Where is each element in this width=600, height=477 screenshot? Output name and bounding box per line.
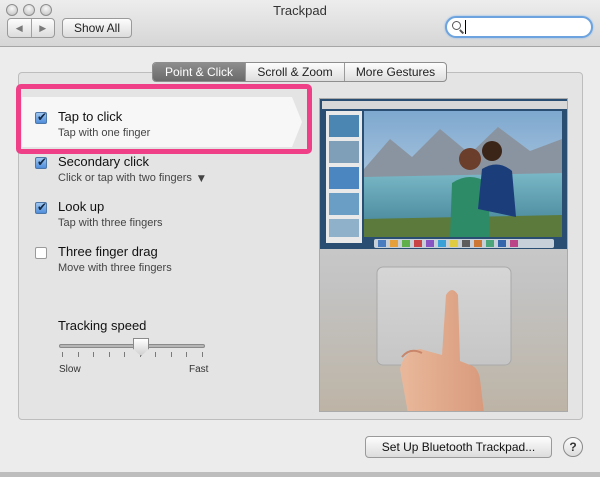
nav-buttons: ◀ ▶: [7, 18, 55, 38]
back-arrow-icon[interactable]: ◀: [8, 19, 32, 37]
option-sublabel[interactable]: Click or tap with two fingers ▼: [58, 172, 205, 184]
slider-max-label: Fast: [189, 364, 209, 375]
chevron-down-icon[interactable]: ▼: [198, 174, 205, 184]
slider-ticks: [62, 352, 203, 358]
tab-scroll-zoom[interactable]: Scroll & Zoom: [246, 63, 345, 81]
tracking-speed-slider[interactable]: [59, 344, 205, 348]
tracking-speed-label: Tracking speed: [58, 318, 147, 333]
tab-more-gestures[interactable]: More Gestures: [345, 63, 446, 81]
window-titlebar: Trackpad ◀ ▶ Show All: [0, 0, 600, 47]
option-label: Secondary click: [58, 154, 150, 169]
secondary-click-checkbox[interactable]: [35, 155, 47, 169]
highlight-annotation: [16, 84, 312, 154]
forward-arrow-icon[interactable]: ▶: [32, 19, 55, 37]
bottom-edge: [0, 472, 600, 477]
search-field[interactable]: [445, 16, 593, 38]
search-icon: [452, 21, 461, 30]
slider-min-label: Slow: [59, 364, 81, 375]
tab-bar: Point & Click Scroll & Zoom More Gesture…: [152, 62, 447, 82]
setup-bluetooth-trackpad-button[interactable]: Set Up Bluetooth Trackpad...: [365, 436, 552, 458]
gesture-preview-video: [319, 98, 568, 412]
option-sublabel: Move with three fingers: [58, 262, 172, 274]
look-up-checkbox[interactable]: [35, 200, 47, 214]
help-button[interactable]: ?: [563, 437, 583, 457]
option-sublabel: Tap with three fingers: [58, 217, 163, 229]
option-label: Three finger drag: [58, 244, 158, 259]
show-all-button[interactable]: Show All: [62, 18, 132, 38]
text-cursor: [465, 20, 466, 34]
preview-illustration: [320, 99, 567, 411]
option-label: Look up: [58, 199, 105, 214]
tab-point-click[interactable]: Point & Click: [153, 63, 246, 81]
three-finger-drag-checkbox[interactable]: [35, 247, 47, 259]
